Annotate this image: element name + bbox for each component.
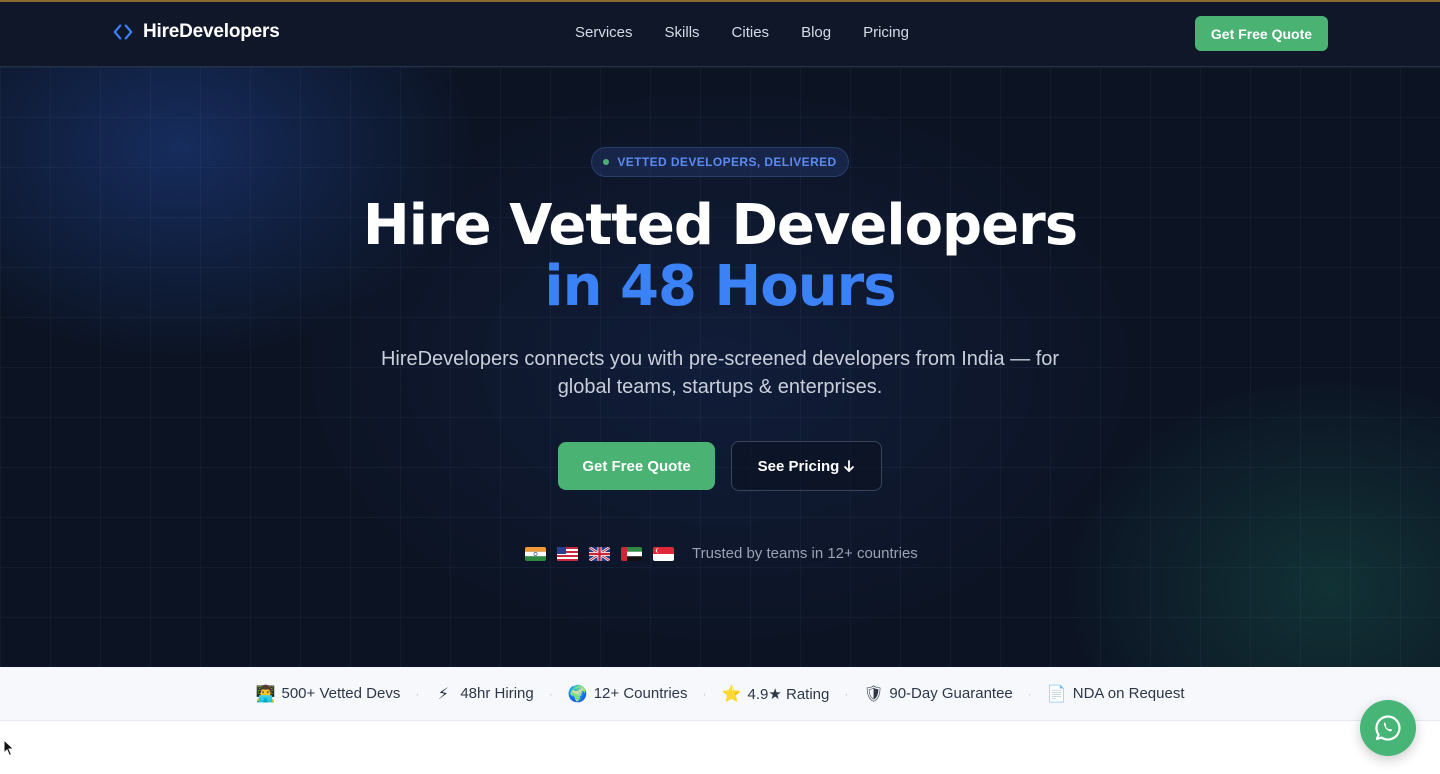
singapore-flag-icon bbox=[653, 546, 674, 561]
main-nav: Services Skills Cities Blog Pricing bbox=[575, 24, 909, 41]
lightning-icon: ⚡ bbox=[437, 685, 449, 703]
uae-flag-icon bbox=[621, 546, 642, 561]
stat-vetted-devs: 👨‍💻 500+ Vetted Devs bbox=[256, 684, 401, 704]
brand-name: HireDevelopers bbox=[143, 21, 280, 42]
stat-nda: 📄 NDA on Request bbox=[1047, 684, 1185, 704]
stat-separator: · bbox=[548, 686, 553, 701]
stat-separator: · bbox=[702, 686, 707, 701]
nav-link-pricing[interactable]: Pricing bbox=[863, 24, 909, 41]
badge-text: VETTED DEVELOPERS, DELIVERED bbox=[617, 155, 837, 169]
badge-dot-icon bbox=[603, 159, 610, 165]
trust-text: Trusted by teams in 12+ countries bbox=[692, 545, 918, 562]
stat-rating: ⭐ 4.9★ Rating bbox=[722, 684, 830, 704]
nav-link-services[interactable]: Services bbox=[575, 24, 633, 41]
stat-label: 12+ Countries bbox=[593, 685, 688, 702]
hero-headline: Hire Vetted Developers in 48 Hours bbox=[0, 195, 1440, 317]
hero-section: VETTED DEVELOPERS, DELIVERED Hire Vetted… bbox=[0, 67, 1440, 667]
nav-link-skills[interactable]: Skills bbox=[665, 24, 700, 41]
whatsapp-icon bbox=[1375, 715, 1401, 741]
hero-get-quote-button[interactable]: Get Free Quote bbox=[558, 442, 715, 490]
stat-separator: · bbox=[844, 686, 849, 701]
stat-guarantee: 🛡 90-Day Guarantee bbox=[863, 684, 1012, 704]
india-flag-icon bbox=[525, 546, 546, 561]
document-icon: 📄 bbox=[1046, 685, 1067, 703]
see-pricing-button[interactable]: See Pricing bbox=[731, 441, 882, 491]
stat-countries: 🌍 12+ Countries bbox=[568, 684, 688, 704]
see-pricing-label: See Pricing bbox=[757, 457, 840, 475]
whatsapp-chat-button[interactable] bbox=[1360, 700, 1416, 756]
trust-row: Trusted by teams in 12+ countries bbox=[525, 545, 918, 562]
nav-link-cities[interactable]: Cities bbox=[732, 24, 770, 41]
developer-icon: 👨‍💻 bbox=[255, 685, 276, 703]
arrow-down-icon bbox=[844, 460, 855, 472]
stat-48hr-hiring: ⚡ 48hr Hiring bbox=[434, 684, 534, 704]
nav-link-blog[interactable]: Blog bbox=[801, 24, 831, 41]
stats-bar: 👨‍💻 500+ Vetted Devs · ⚡ 48hr Hiring · 🌍… bbox=[0, 667, 1440, 721]
stat-label: NDA on Request bbox=[1072, 685, 1185, 702]
stat-label: 48hr Hiring bbox=[460, 685, 534, 702]
headline-line-1: Hire Vetted Developers bbox=[362, 193, 1078, 258]
shield-icon: 🛡 bbox=[863, 685, 884, 703]
country-flags bbox=[525, 546, 674, 561]
mouse-cursor-icon bbox=[3, 739, 15, 757]
stat-label: 90-Day Guarantee bbox=[889, 685, 1013, 702]
stat-label: 500+ Vetted Devs bbox=[281, 685, 401, 702]
hero-subtitle: HireDevelopers connects you with pre-scr… bbox=[380, 348, 1060, 398]
nav-get-quote-button[interactable]: Get Free Quote bbox=[1195, 16, 1328, 51]
hero-badge: VETTED DEVELOPERS, DELIVERED bbox=[591, 147, 849, 177]
globe-icon: 🌍 bbox=[567, 685, 588, 703]
navbar: HireDevelopers Services Skills Cities Bl… bbox=[0, 2, 1440, 67]
stat-label: 4.9★ Rating bbox=[747, 685, 830, 703]
brand-logo[interactable]: HireDevelopers bbox=[112, 21, 280, 43]
headline-line-2: in 48 Hours bbox=[544, 254, 896, 319]
stat-separator: · bbox=[1027, 686, 1032, 701]
code-brackets-icon bbox=[113, 24, 133, 40]
usa-flag-icon bbox=[557, 546, 578, 561]
uk-flag-icon bbox=[589, 546, 610, 561]
stat-separator: · bbox=[415, 686, 420, 701]
star-icon: ⭐ bbox=[721, 685, 742, 703]
